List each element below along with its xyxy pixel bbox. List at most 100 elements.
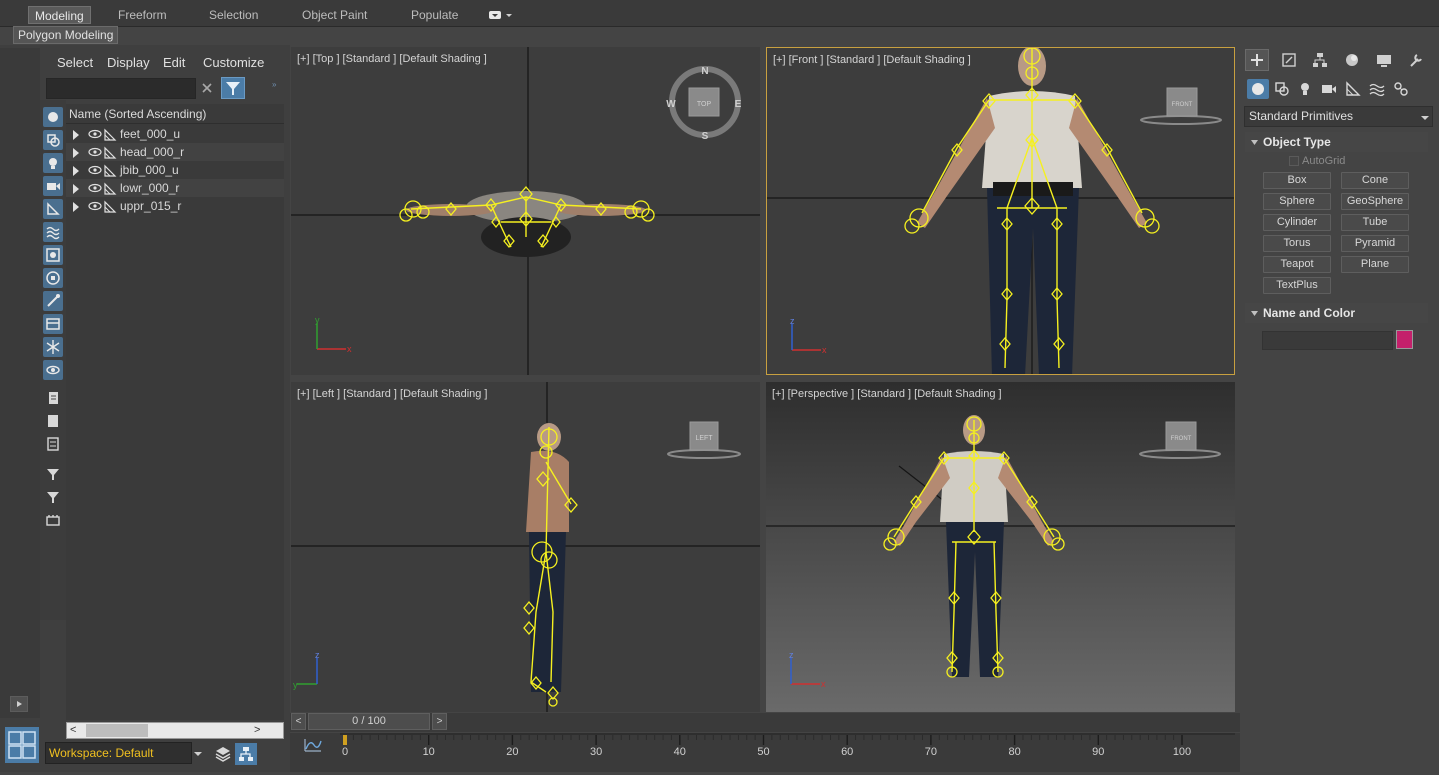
xrefs-filter-icon[interactable] [43, 268, 63, 288]
object-color-swatch[interactable] [1396, 330, 1413, 349]
autogrid-checkbox[interactable] [1289, 156, 1299, 166]
curve-editor-button[interactable] [303, 737, 323, 753]
space-warps-filter-icon[interactable] [43, 222, 63, 242]
invert-display-icon[interactable] [43, 434, 63, 454]
chevron-down-icon[interactable] [1420, 112, 1430, 122]
filter-funnel-icon[interactable] [43, 487, 63, 507]
list-item[interactable]: jbib_000_u [66, 161, 284, 179]
bones-filter-icon[interactable] [43, 291, 63, 311]
expand-panel-button[interactable] [10, 696, 28, 712]
teapot-button[interactable]: Teapot [1263, 256, 1331, 273]
ribbon-options-dropdown[interactable] [489, 9, 513, 21]
modify-tab[interactable] [1277, 49, 1301, 71]
sphere-button[interactable]: Sphere [1263, 193, 1331, 210]
svg-text:z: z [789, 650, 794, 660]
monitor-icon [1377, 55, 1391, 67]
helpers-category-button[interactable] [1342, 79, 1364, 99]
rollout-title: Object Type [1263, 135, 1331, 149]
polygon-modeling-tab[interactable]: Polygon Modeling [13, 26, 119, 44]
hierarchy-sort-button[interactable] [235, 743, 257, 765]
motion-tab[interactable] [1340, 49, 1364, 71]
next-frame-button[interactable]: > [432, 713, 447, 730]
autogrid-label: AutoGrid [1302, 155, 1346, 167]
helpers-filter-icon[interactable] [43, 199, 63, 219]
cylinder-button[interactable]: Cylinder [1263, 214, 1331, 231]
shapes-category-button[interactable] [1271, 79, 1293, 99]
geometry-category-button[interactable] [1247, 79, 1269, 99]
ruler-label: 70 [925, 746, 937, 758]
viewport-front[interactable]: [+] [Front ] [Standard ] [Default Shadin… [766, 47, 1235, 375]
display-all-icon[interactable] [43, 388, 63, 408]
viewport-left[interactable]: [+] [Left ] [Standard ] [Default Shading… [291, 382, 760, 712]
display-tab[interactable] [1372, 49, 1396, 71]
lights-category-button[interactable] [1294, 79, 1316, 99]
containers-filter-icon[interactable] [43, 314, 63, 334]
frozen-filter-icon[interactable] [43, 337, 63, 357]
list-item-label: feet_000_u [120, 127, 181, 141]
explorer-search-input[interactable] [46, 78, 196, 99]
tab-populate[interactable]: Populate [405, 6, 464, 24]
geometry-filter-icon[interactable] [43, 107, 63, 127]
tab-freeform[interactable]: Freeform [112, 6, 173, 24]
time-slider[interactable]: 0 / 100 [308, 713, 430, 730]
scrollbar-thumb[interactable] [86, 724, 148, 737]
tab-object-paint[interactable]: Object Paint [296, 6, 373, 24]
menu-select[interactable]: Select [57, 55, 93, 70]
geosphere-button[interactable]: GeoSphere [1341, 193, 1409, 210]
collapse-arrow-icon [1251, 140, 1258, 145]
viewport-layout-button[interactable] [5, 727, 39, 763]
object-name-input[interactable] [1262, 331, 1393, 350]
track-bar[interactable]: 0 10 20 30 40 50 60 70 80 90 100 [290, 733, 1240, 772]
shapes-filter-icon[interactable] [43, 130, 63, 150]
scroll-left-icon[interactable]: < [70, 724, 82, 737]
scroll-right-icon[interactable]: > [254, 724, 266, 737]
workspace-dropdown-icon[interactable] [193, 748, 203, 758]
viewport-perspective[interactable]: [+] [Perspective ] [Standard ] [Default … [766, 382, 1235, 712]
layer-explorer-button[interactable] [212, 743, 234, 765]
plane-button[interactable]: Plane [1341, 256, 1409, 273]
menu-edit[interactable]: Edit [163, 55, 185, 70]
viewcube-face-label: LEFT [695, 435, 713, 442]
systems-category-button[interactable] [1390, 79, 1412, 99]
space-warps-category-button[interactable] [1366, 79, 1388, 99]
object-type-rollout[interactable]: Object Type [1245, 132, 1428, 152]
layer-explorer-icon[interactable] [43, 510, 63, 530]
menu-customize[interactable]: Customize [203, 55, 264, 70]
workspace-select[interactable]: Workspace: Default [45, 742, 192, 764]
list-item[interactable]: feet_000_u [66, 125, 284, 143]
display-none-icon[interactable] [43, 411, 63, 431]
textplus-button[interactable]: TextPlus [1263, 277, 1331, 294]
clear-search-button[interactable] [200, 81, 214, 95]
cone-button[interactable]: Cone [1341, 172, 1409, 189]
utilities-tab[interactable] [1404, 49, 1428, 71]
tab-modeling[interactable]: Modeling [28, 6, 91, 24]
filter-options-icon[interactable] [43, 464, 63, 484]
pyramid-button[interactable]: Pyramid [1341, 235, 1409, 252]
viewport-top[interactable]: [+] [Top ] [Standard ] [Default Shading … [291, 47, 760, 375]
list-item[interactable]: uppr_015_r [66, 197, 284, 215]
create-tab[interactable] [1245, 49, 1269, 71]
explorer-collapse-icon[interactable]: » [272, 80, 282, 89]
viewcube-face-label: TOP [697, 101, 712, 108]
list-item[interactable]: lowr_000_r [66, 179, 284, 197]
cameras-filter-icon[interactable] [43, 176, 63, 196]
tab-selection[interactable]: Selection [203, 6, 264, 24]
primitive-type-select[interactable]: Standard Primitives [1244, 106, 1433, 127]
hidden-filter-icon[interactable] [43, 360, 63, 380]
name-and-color-rollout[interactable]: Name and Color [1245, 303, 1428, 323]
lights-filter-icon[interactable] [43, 153, 63, 173]
tube-button[interactable]: Tube [1341, 214, 1409, 231]
hierarchy-tab[interactable] [1308, 49, 1332, 71]
list-item[interactable]: head_000_r [66, 143, 284, 161]
previous-frame-button[interactable]: < [291, 713, 306, 730]
list-item-label: jbib_000_u [120, 163, 179, 177]
box-button[interactable]: Box [1263, 172, 1331, 189]
cameras-category-button[interactable] [1318, 79, 1340, 99]
groups-filter-icon[interactable] [43, 245, 63, 265]
menu-display[interactable]: Display [107, 55, 150, 70]
list-item-label: head_000_r [120, 145, 185, 159]
collapse-arrow-icon [1251, 311, 1258, 316]
torus-button[interactable]: Torus [1263, 235, 1331, 252]
name-column-header[interactable]: Name (Sorted Ascending) [66, 104, 284, 124]
selection-filter-button[interactable] [221, 77, 245, 99]
